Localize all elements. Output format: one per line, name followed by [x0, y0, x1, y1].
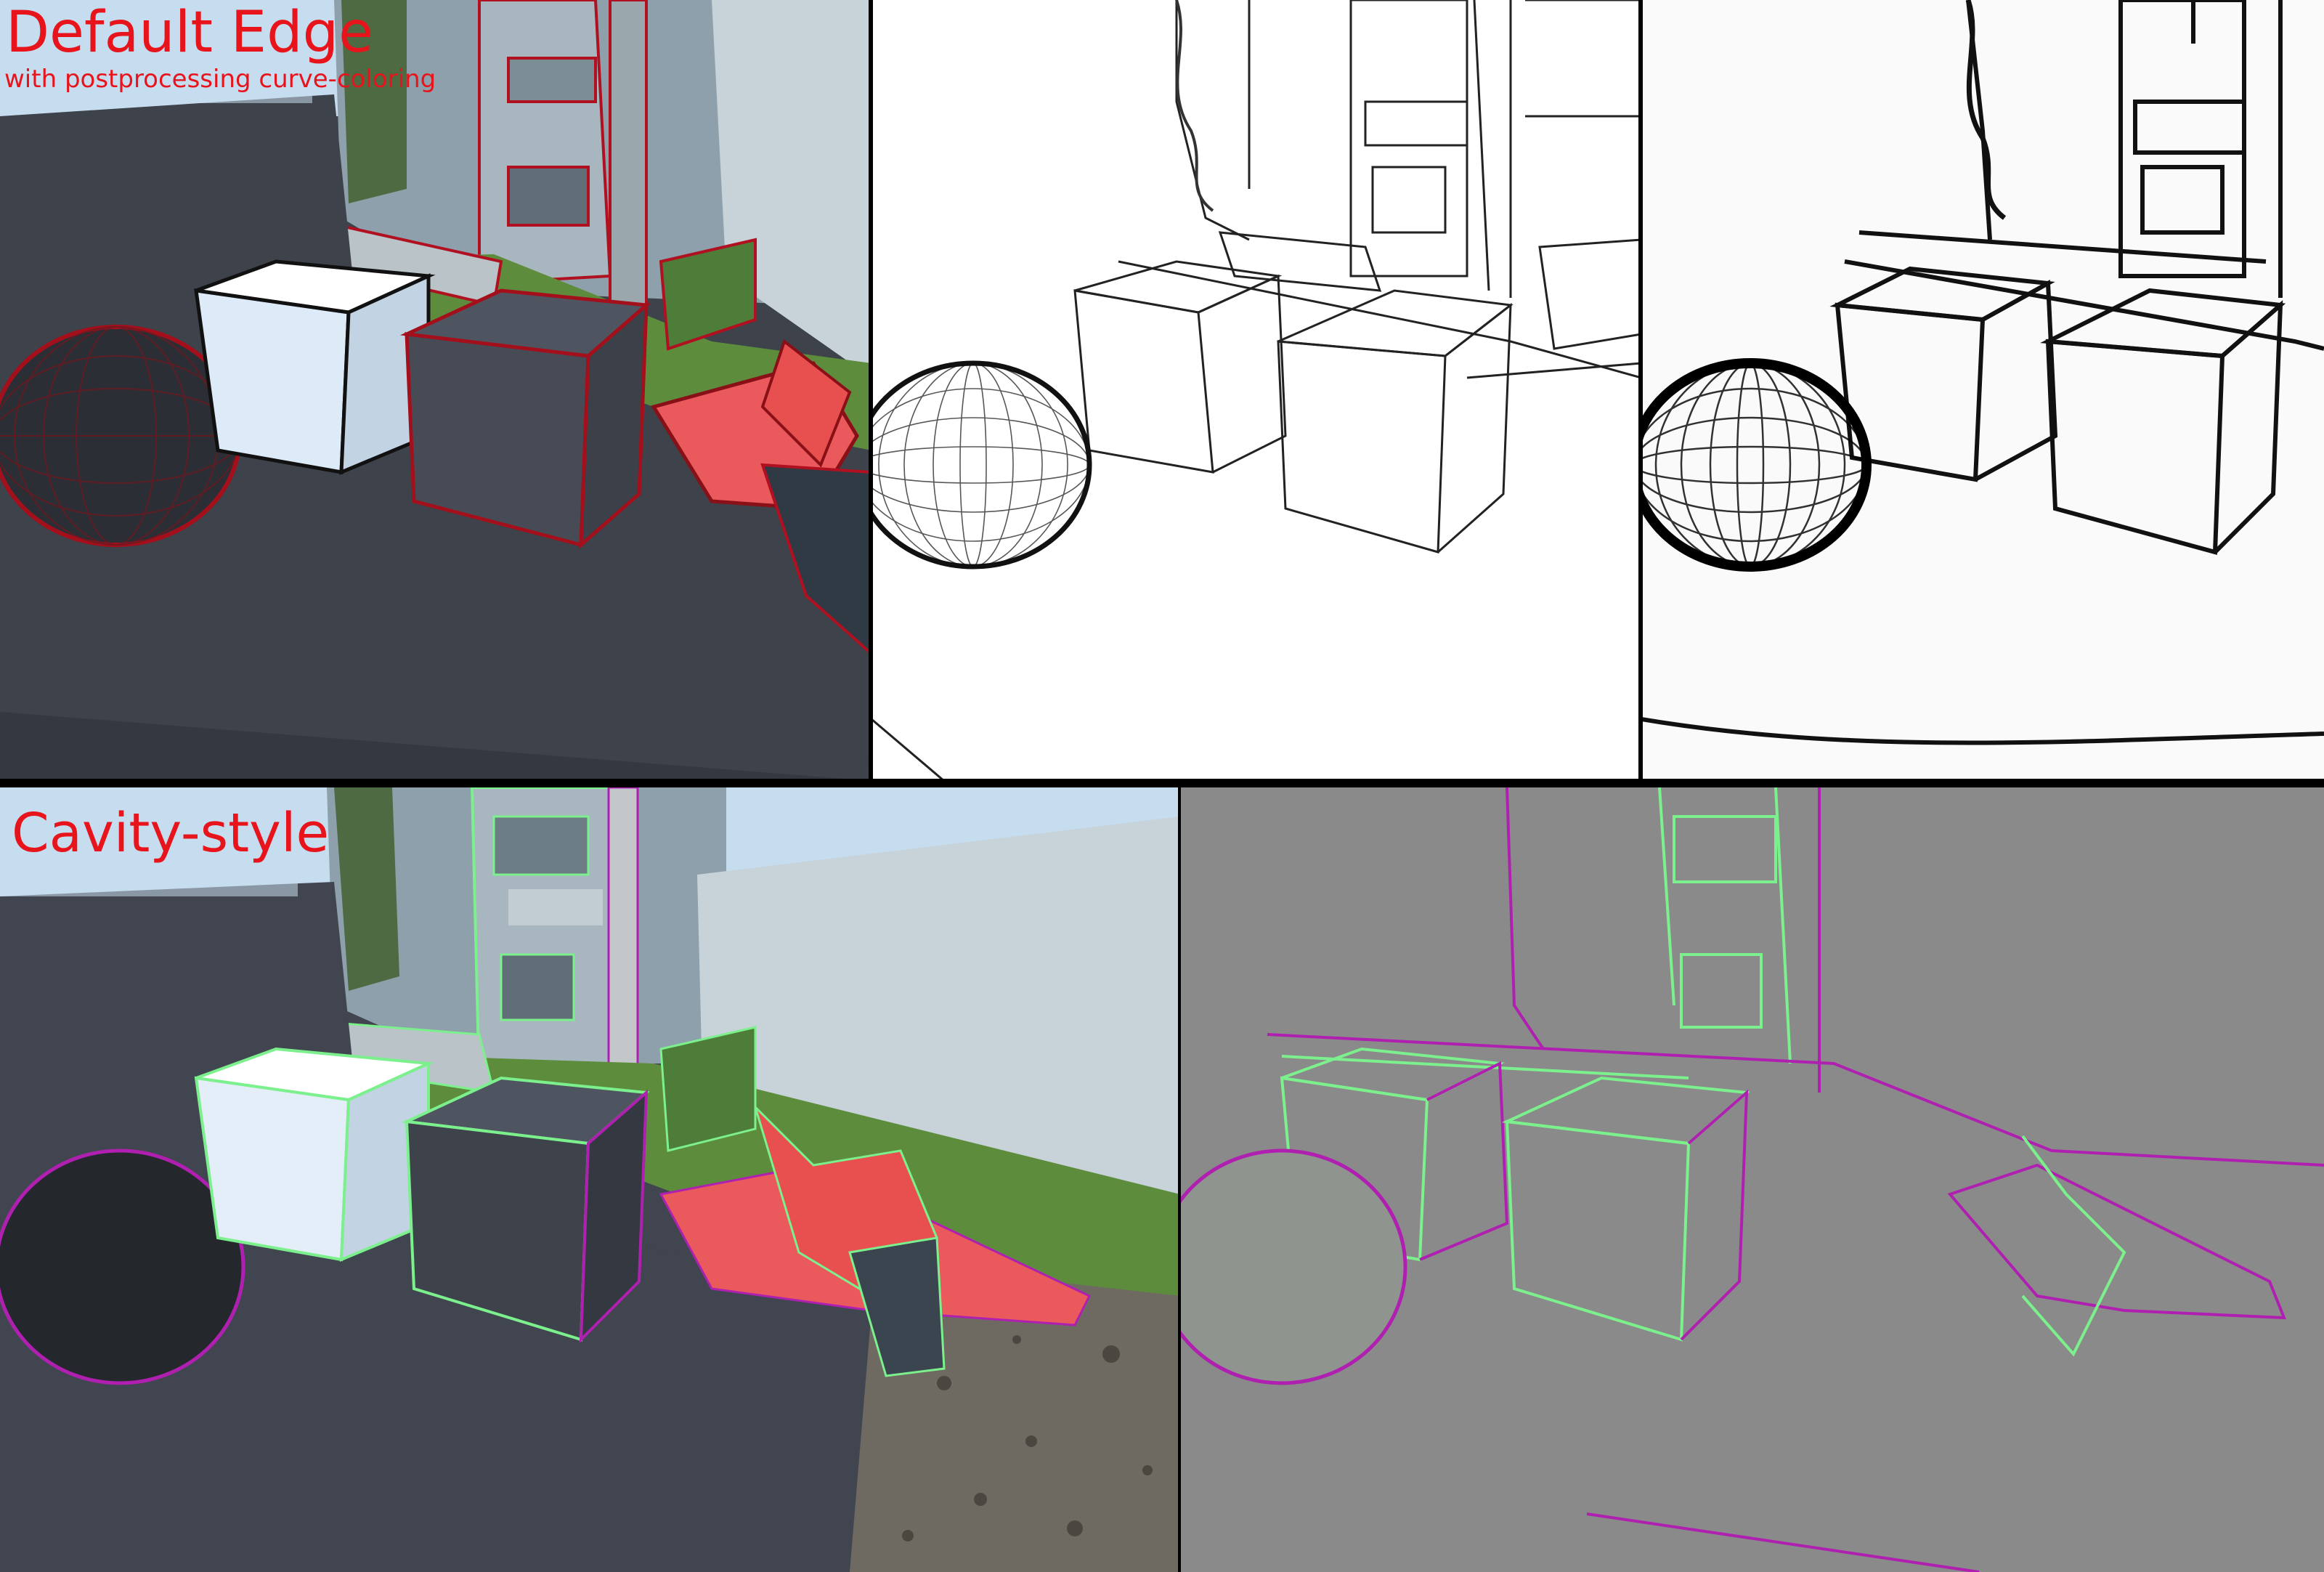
cavity-style-title: Cavity-style [12, 802, 330, 864]
view-default-edge-thin-lines [871, 0, 1641, 781]
view-default-edge-thick-lines [1641, 0, 2324, 781]
vertical-divider-top-2 [1638, 0, 1643, 781]
vertical-divider-top-1 [869, 0, 873, 781]
comparison-figure: Default Edge with postprocessing curve-c… [0, 0, 2324, 1572]
view-cavity-style-color [0, 787, 1180, 1572]
view-cavity-style-mask [1180, 787, 2324, 1572]
default-edge-subtitle: with postprocessing curve-coloring [4, 65, 436, 94]
vertical-divider-bottom [1178, 787, 1181, 1572]
horizontal-divider [0, 779, 2324, 787]
view-default-edge-color [0, 0, 871, 781]
default-edge-title: Default Edge [6, 0, 374, 65]
